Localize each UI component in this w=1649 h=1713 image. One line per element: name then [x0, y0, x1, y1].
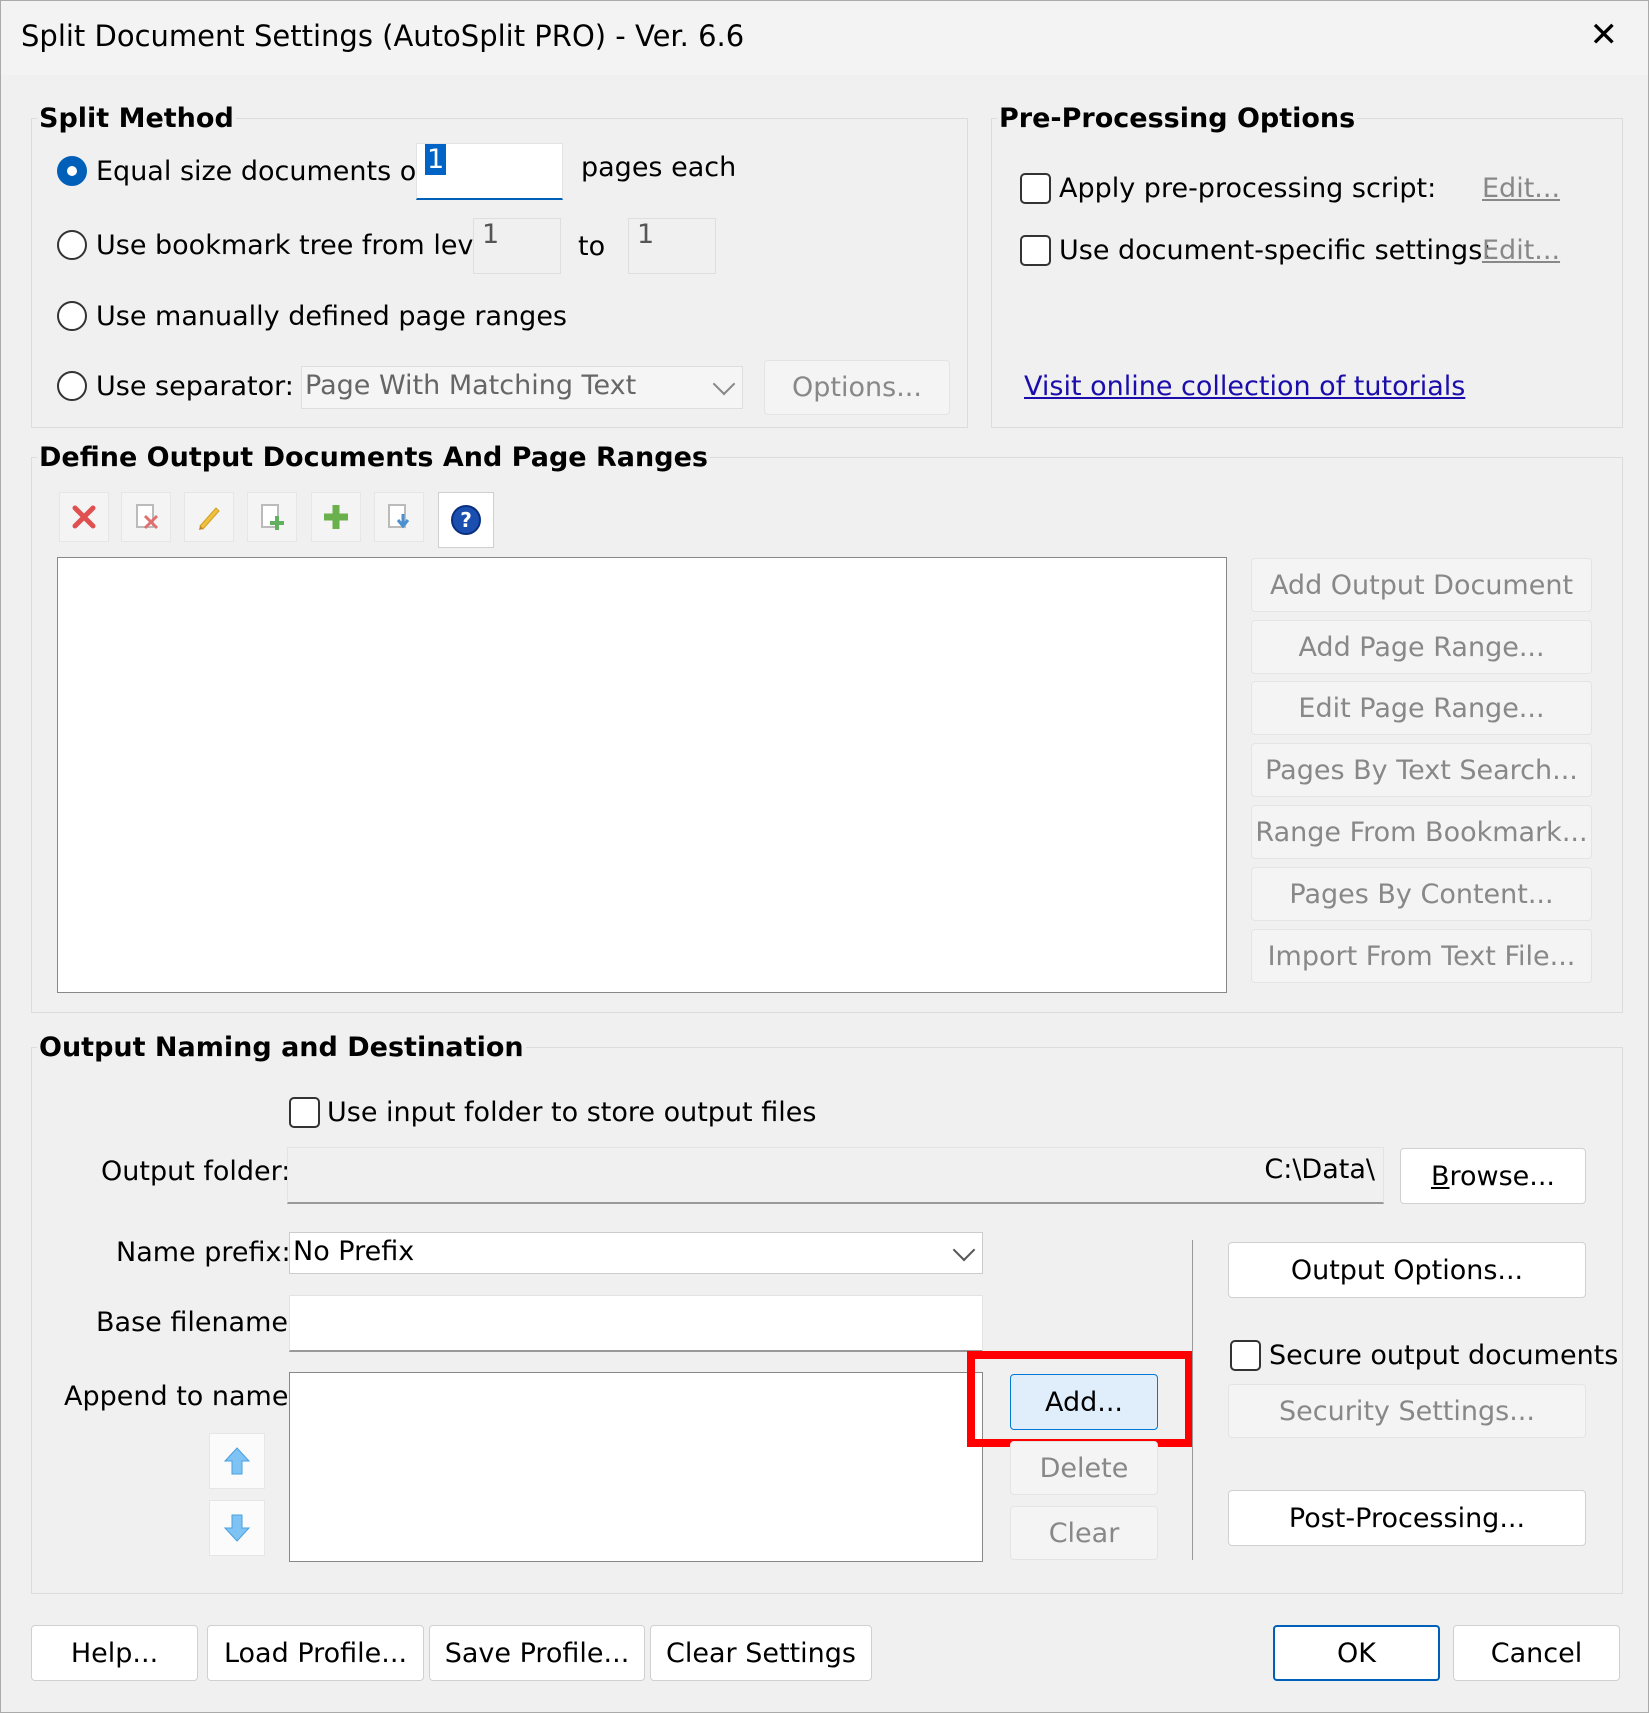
manual-ranges-radio[interactable]	[57, 301, 87, 331]
pages-each-label: pages each	[581, 152, 737, 183]
name-prefix-label: Name prefix:	[116, 1237, 291, 1268]
highlight-box	[967, 1351, 1193, 1447]
separator-options-button[interactable]: Options...	[764, 360, 950, 415]
close-icon[interactable]: ✕	[1590, 15, 1619, 55]
load-profile-button[interactable]: Load Profile...	[207, 1625, 424, 1681]
separator-radio[interactable]	[57, 371, 87, 401]
output-folder-label: Output folder:	[101, 1156, 291, 1187]
delete-page-icon[interactable]	[121, 492, 171, 542]
save-profile-button[interactable]: Save Profile...	[429, 1625, 645, 1681]
equal-size-value: 1	[425, 144, 447, 175]
manual-ranges-label: Use manually defined page ranges	[96, 301, 567, 332]
move-down-icon[interactable]	[209, 1500, 265, 1556]
delete-append-button[interactable]: Delete	[1010, 1441, 1158, 1495]
pre-script-label: Apply pre-processing script:	[1059, 173, 1437, 204]
security-settings-button[interactable]: Security Settings...	[1228, 1384, 1586, 1438]
base-filename-label: Base filename:	[96, 1307, 298, 1338]
base-filename-input[interactable]	[289, 1295, 983, 1352]
edit-icon[interactable]	[184, 492, 234, 542]
separator-select[interactable]: Page With Matching Text	[301, 366, 743, 409]
tutorials-link[interactable]: Visit online collection of tutorials	[1024, 371, 1465, 402]
to-label: to	[578, 231, 606, 262]
separator-label: Use separator:	[96, 371, 294, 402]
browse-button[interactable]: Browse...	[1400, 1148, 1586, 1204]
append-list[interactable]	[289, 1372, 983, 1562]
dialog-window: Split Document Settings (AutoSplit PRO) …	[0, 0, 1649, 1713]
pre-processing-title: Pre-Processing Options	[997, 103, 1358, 134]
use-input-folder-checkbox[interactable]	[289, 1097, 320, 1128]
cancel-button[interactable]: Cancel	[1453, 1625, 1620, 1681]
browse-label: rowse...	[1449, 1160, 1556, 1192]
split-method-title: Split Method	[37, 103, 236, 134]
window-title: Split Document Settings (AutoSplit PRO) …	[21, 19, 745, 53]
chevron-down-icon	[952, 1238, 976, 1262]
move-up-icon[interactable]	[209, 1433, 265, 1489]
bookmark-from-value: 1	[482, 219, 500, 250]
output-naming-title: Output Naming and Destination	[37, 1032, 526, 1063]
output-docs-list[interactable]	[57, 557, 1227, 993]
pre-script-checkbox[interactable]	[1020, 173, 1051, 204]
doc-settings-checkbox[interactable]	[1020, 235, 1051, 266]
pages-by-text-search-button[interactable]: Pages By Text Search...	[1251, 743, 1592, 797]
add-output-document-button[interactable]: Add Output Document	[1251, 558, 1592, 612]
append-label: Append to name:	[64, 1381, 298, 1412]
chevron-down-icon	[712, 372, 736, 396]
pre-script-edit-link[interactable]: Edit...	[1482, 173, 1560, 204]
help-icon[interactable]: ?	[438, 492, 494, 548]
delete-icon[interactable]	[59, 492, 109, 542]
output-options-button[interactable]: Output Options...	[1228, 1242, 1586, 1298]
bookmark-to-value: 1	[637, 219, 655, 250]
vertical-divider	[1192, 1240, 1193, 1560]
svg-text:?: ?	[460, 508, 472, 532]
name-prefix-select[interactable]: No Prefix	[289, 1232, 983, 1274]
output-folder-field[interactable]: C:\Data\	[287, 1147, 1384, 1204]
help-button[interactable]: Help...	[31, 1625, 198, 1681]
browse-mnemonic: B	[1430, 1160, 1450, 1192]
equal-size-input[interactable]: 1	[416, 143, 563, 200]
equal-size-label: Equal size documents of	[96, 156, 426, 187]
output-docs-title: Define Output Documents And Page Ranges	[37, 442, 710, 473]
import-from-text-file-button[interactable]: Import From Text File...	[1251, 929, 1592, 983]
clear-settings-button[interactable]: Clear Settings	[650, 1625, 872, 1681]
use-input-folder-label: Use input folder to store output files	[327, 1097, 817, 1128]
bookmark-from-input[interactable]: 1	[473, 218, 561, 274]
add-page-icon[interactable]	[247, 492, 297, 542]
post-processing-button[interactable]: Post-Processing...	[1228, 1490, 1586, 1546]
separator-value: Page With Matching Text	[305, 370, 637, 401]
secure-output-label: Secure output documents	[1269, 1340, 1619, 1371]
pages-by-content-button[interactable]: Pages By Content...	[1251, 867, 1592, 921]
title-bar: Split Document Settings (AutoSplit PRO) …	[1, 1, 1648, 75]
ok-button[interactable]: OK	[1273, 1625, 1440, 1681]
secure-output-checkbox[interactable]	[1230, 1340, 1261, 1371]
add-icon[interactable]	[311, 492, 361, 542]
import-icon[interactable]	[374, 492, 424, 542]
doc-settings-label: Use document-specific settings:	[1059, 235, 1492, 266]
doc-settings-edit-link[interactable]: Edit...	[1482, 235, 1560, 266]
name-prefix-value: No Prefix	[293, 1236, 415, 1267]
clear-append-button[interactable]: Clear	[1010, 1506, 1158, 1560]
add-page-range-button[interactable]: Add Page Range...	[1251, 620, 1592, 674]
equal-size-radio[interactable]	[57, 156, 87, 186]
bookmark-radio[interactable]	[57, 230, 87, 260]
bookmark-to-input[interactable]: 1	[628, 218, 716, 274]
range-from-bookmark-button[interactable]: Range From Bookmark...	[1251, 805, 1592, 859]
bookmark-label: Use bookmark tree from level	[96, 230, 498, 261]
output-folder-value: C:\Data\	[1264, 1154, 1375, 1185]
edit-page-range-button[interactable]: Edit Page Range...	[1251, 681, 1592, 735]
